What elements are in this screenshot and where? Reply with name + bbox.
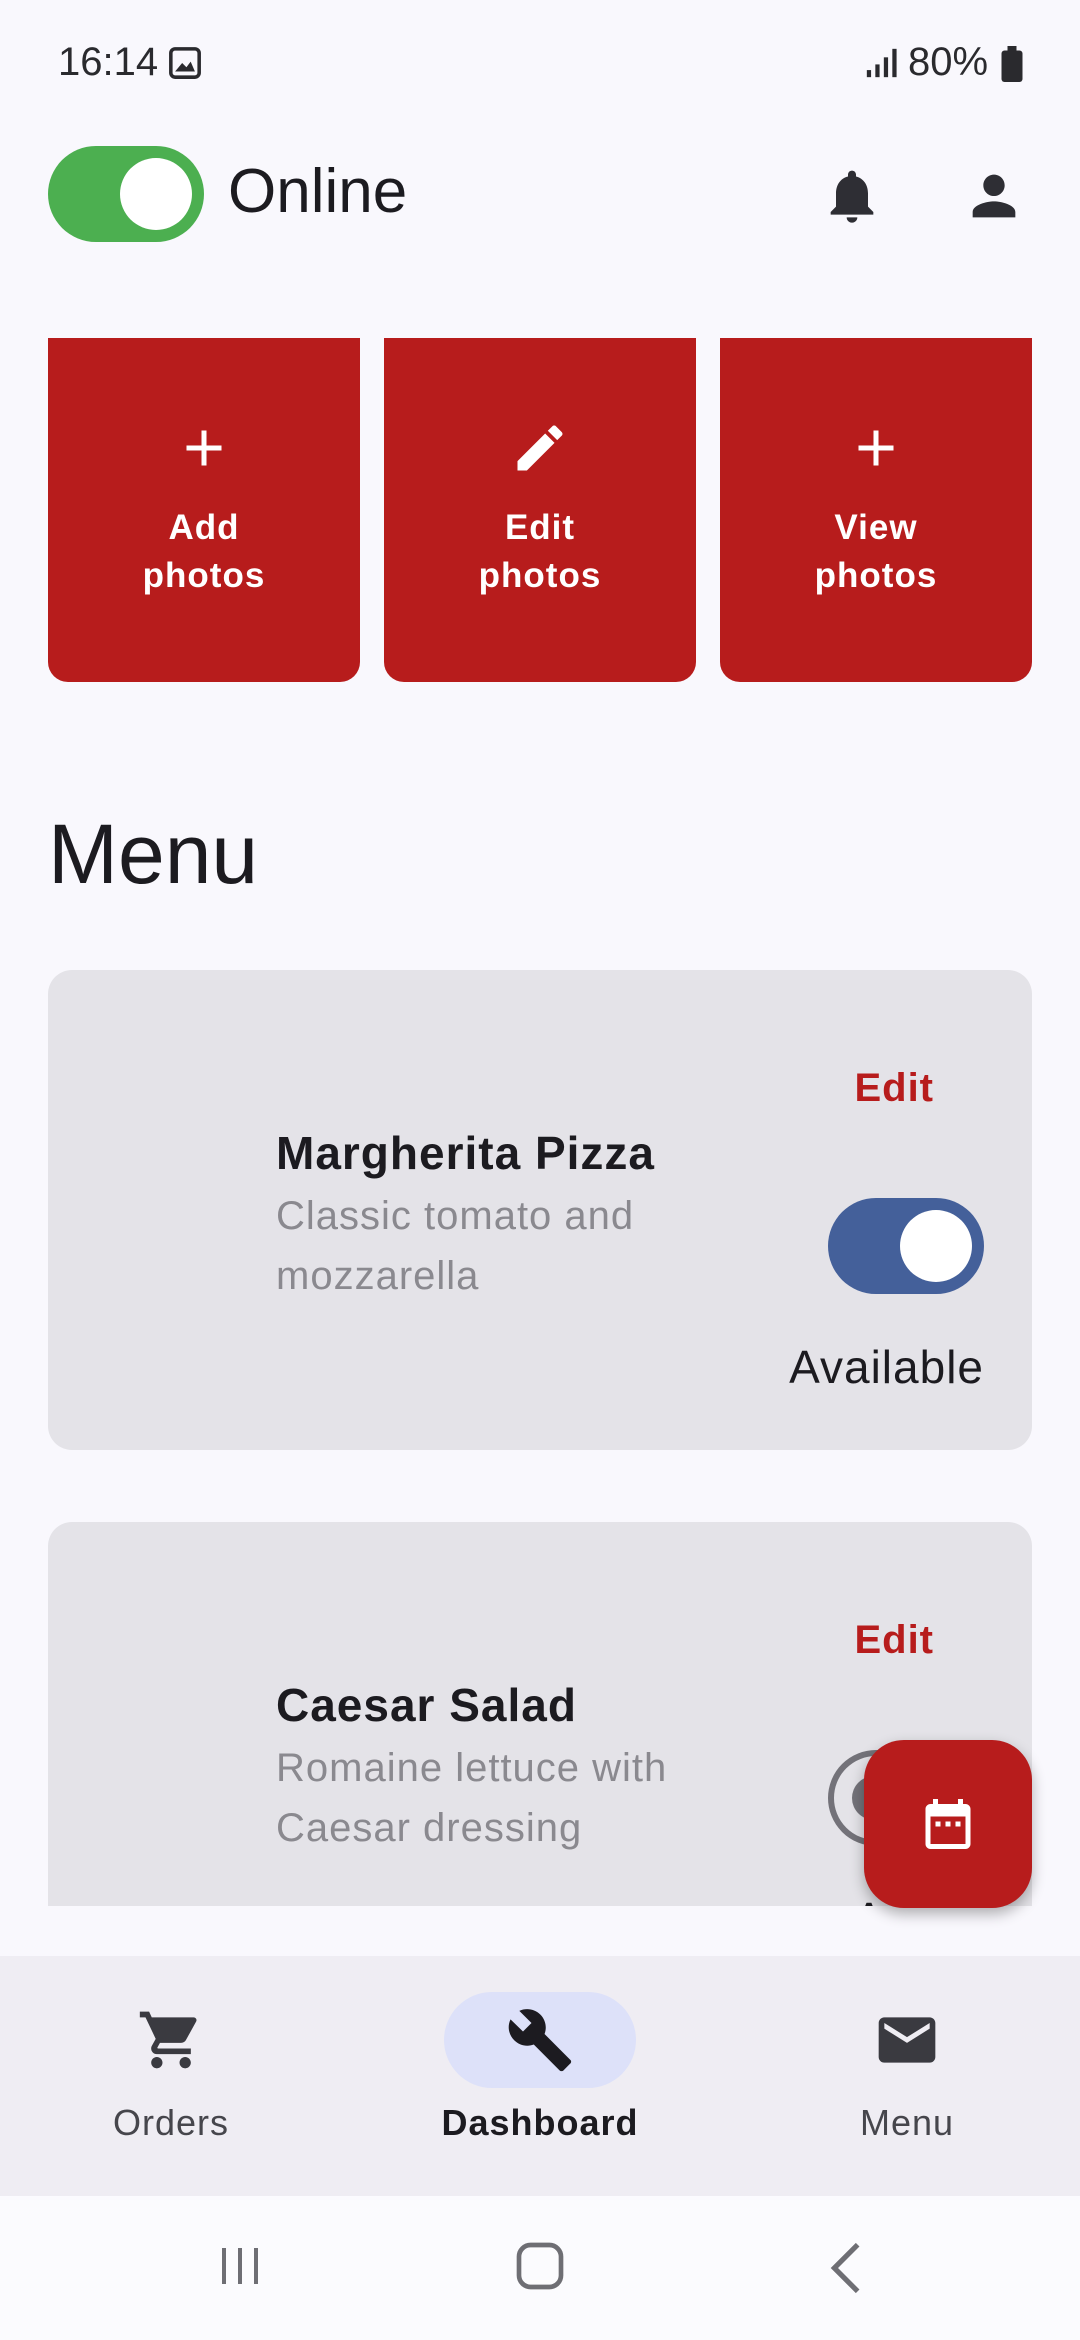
online-toggle[interactable] — [48, 146, 204, 242]
edit-item-button[interactable]: Edit — [854, 1066, 934, 1111]
edit-photos-label: Edit photos — [384, 504, 696, 600]
battery-icon — [1001, 46, 1023, 82]
availability-toggle[interactable] — [828, 1198, 984, 1294]
online-label: Online — [228, 157, 408, 226]
label-line: photos — [478, 556, 602, 595]
nav-icon-container — [75, 1992, 267, 2088]
person-icon[interactable] — [962, 164, 1026, 228]
label-line: photos — [814, 556, 938, 595]
battery-percent: 80% — [908, 40, 989, 84]
signal-icon — [866, 48, 897, 78]
nav-icon-container — [811, 1992, 1003, 2088]
status-bar: 16:14 80% — [0, 0, 1080, 128]
nav-dashboard[interactable]: Dashboard — [390, 1992, 690, 2144]
status-time: 16:14 — [58, 40, 159, 84]
recents-icon[interactable] — [216, 2242, 264, 2290]
view-photos-button[interactable]: View photos — [720, 338, 1032, 682]
back-icon[interactable] — [826, 2240, 866, 2296]
label-line: View — [834, 508, 918, 547]
app-screen: 16:14 80% Online Add photos Edit photos … — [0, 0, 1080, 2340]
home-icon[interactable] — [512, 2238, 568, 2294]
bottom-navigation: Orders Dashboard Menu — [0, 1956, 1080, 2196]
mail-icon — [878, 2017, 936, 2063]
item-name: Caesar Salad — [276, 1679, 577, 1731]
availability-label: Available — [789, 1341, 984, 1393]
bell-icon[interactable] — [820, 162, 884, 230]
description-line: Caesar dressing — [276, 1806, 583, 1850]
nav-menu[interactable]: Menu — [757, 1992, 1057, 2144]
nav-label: Orders — [112, 2102, 230, 2143]
item-description: Classic tomato and mozzarella — [276, 1186, 716, 1306]
plus-icon — [186, 430, 222, 466]
toggle-knob — [120, 158, 192, 230]
menu-item-card: Edit Margherita Pizza Classic tomato and… — [48, 970, 1032, 1450]
plus-icon — [858, 430, 894, 466]
add-photos-label: Add photos — [48, 504, 360, 600]
description-line: mozzarella — [276, 1254, 480, 1298]
cart-icon — [139, 2011, 197, 2069]
calendar-icon — [925, 1799, 971, 1849]
menu-heading: Menu — [48, 807, 259, 901]
add-photos-button[interactable]: Add photos — [48, 338, 360, 682]
nav-label: Dashboard — [441, 2102, 639, 2143]
edit-photos-button[interactable]: Edit photos — [384, 338, 696, 682]
item-name: Margherita Pizza — [276, 1127, 655, 1179]
schedule-fab-button[interactable] — [864, 1740, 1032, 1908]
description-line: Romaine lettuce with — [276, 1746, 668, 1790]
label-line: Edit — [504, 508, 576, 547]
description-line: Classic tomato and — [276, 1194, 635, 1238]
system-navigation-bar — [0, 2196, 1080, 2340]
toggle-knob — [900, 1210, 972, 1282]
nav-orders[interactable]: Orders — [21, 1992, 321, 2144]
view-photos-label: View photos — [720, 504, 1032, 600]
item-description: Romaine lettuce with Caesar dressing — [276, 1738, 716, 1858]
edit-item-button[interactable]: Edit — [854, 1618, 934, 1663]
image-icon — [169, 47, 201, 79]
label-line: Add — [168, 508, 240, 547]
nav-active-indicator — [444, 1992, 636, 2088]
nav-label: Menu — [859, 2102, 955, 2143]
wrench-icon — [508, 2009, 572, 2072]
pencil-icon — [517, 425, 563, 471]
label-line: photos — [142, 556, 266, 595]
